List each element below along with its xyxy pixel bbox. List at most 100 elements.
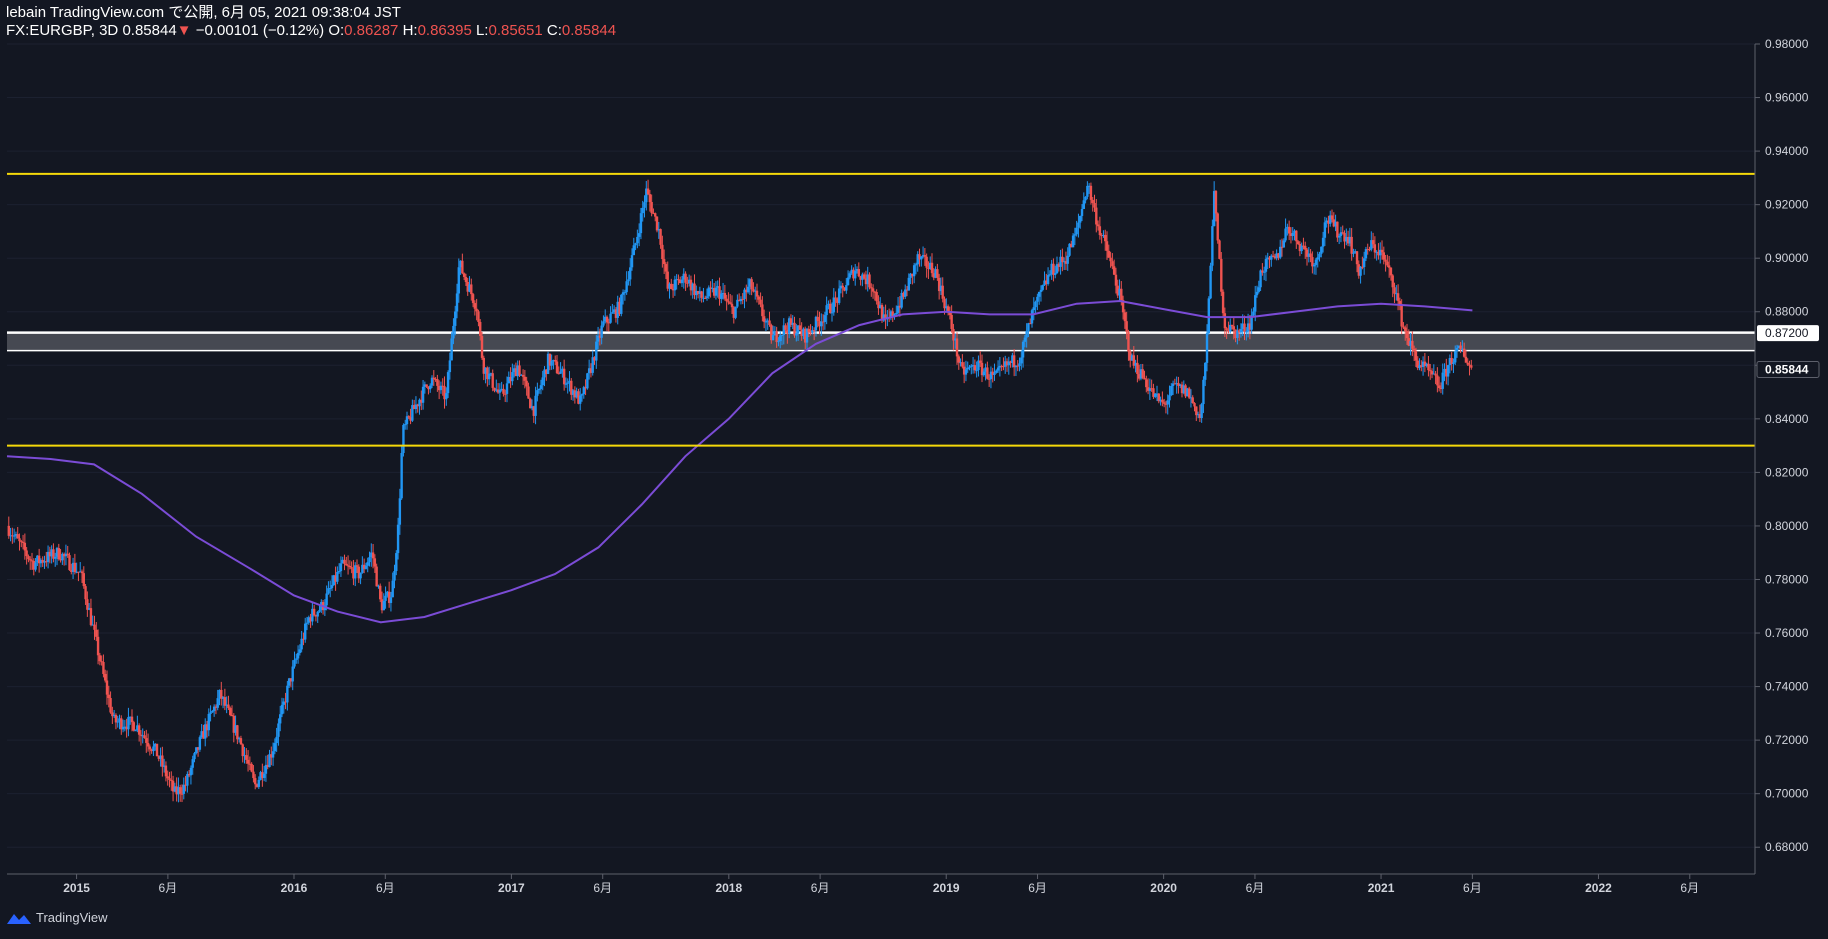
- candle-up: [296, 652, 300, 659]
- candle-up: [1166, 400, 1169, 405]
- candle-down: [1405, 331, 1409, 339]
- candle-up: [1200, 404, 1203, 418]
- candle-down: [555, 361, 559, 374]
- candle-up: [632, 245, 635, 256]
- candle-up: [429, 385, 432, 390]
- last-price-label: 0.85844: [1765, 362, 1809, 376]
- candle-down: [1437, 385, 1441, 389]
- candle-down: [1350, 236, 1353, 254]
- candle-up: [637, 233, 641, 237]
- candle-down: [168, 778, 171, 780]
- candle-down: [1143, 377, 1146, 380]
- candle-up: [450, 338, 453, 361]
- candle-up: [854, 270, 857, 279]
- candle-up: [300, 638, 303, 650]
- candle-up: [777, 341, 780, 343]
- candle-down: [1114, 274, 1118, 286]
- x-tick-label: 2021: [1368, 881, 1395, 895]
- candle-up: [912, 265, 916, 277]
- candle-down: [1355, 251, 1359, 265]
- candle-up: [1204, 362, 1207, 380]
- candle-down: [1221, 291, 1225, 314]
- candle-down: [227, 704, 230, 709]
- candle-up: [1202, 379, 1205, 405]
- candle-up: [920, 256, 923, 260]
- candle-up: [393, 571, 396, 581]
- candle-down: [1089, 185, 1093, 200]
- candle-up: [1452, 362, 1455, 364]
- candle-down: [857, 269, 860, 277]
- candle-down: [961, 362, 964, 367]
- candle-down: [1161, 399, 1164, 403]
- candle-up: [1034, 301, 1037, 308]
- candle-up: [1079, 215, 1082, 223]
- candle-up: [1254, 295, 1257, 312]
- candle-up: [764, 321, 768, 323]
- candle-down: [343, 559, 346, 564]
- price-chart[interactable]: 0.98000 0.96000 0.94000 0.92000 0.90000 0.880…: [0, 0, 1828, 939]
- candle-down: [348, 565, 352, 568]
- candle-up: [198, 737, 202, 750]
- candle-down: [166, 776, 169, 779]
- candle-down: [1464, 356, 1468, 363]
- candle-up: [1207, 298, 1210, 334]
- candle-down: [875, 292, 878, 302]
- candle-up: [993, 372, 996, 375]
- candle-up: [316, 611, 319, 617]
- candle-down: [979, 360, 982, 363]
- candle-up: [780, 335, 784, 337]
- candle-down: [1195, 406, 1198, 416]
- candle-down: [73, 562, 77, 573]
- candle-up: [395, 553, 398, 572]
- candle-up: [1284, 228, 1287, 241]
- candle-down: [871, 288, 875, 292]
- candle-down: [502, 388, 505, 394]
- candle-down: [102, 662, 105, 674]
- candle-down: [816, 316, 819, 322]
- candle-down: [57, 548, 60, 560]
- candle-down: [1330, 215, 1334, 220]
- candle-down: [1295, 230, 1298, 242]
- candle-down: [1187, 388, 1191, 398]
- candle-up: [1362, 258, 1366, 268]
- candle-down: [1427, 363, 1430, 371]
- axes: 0.98000 0.96000 0.94000 0.92000 0.90000 0.880…: [7, 37, 1820, 895]
- candle-up: [455, 293, 459, 312]
- candle-down: [523, 376, 527, 381]
- candle-up: [1364, 249, 1368, 259]
- candle-up: [1086, 185, 1089, 197]
- candle-down: [155, 743, 159, 757]
- candle-down: [148, 746, 152, 750]
- candle-up: [1030, 310, 1034, 324]
- candle-up: [398, 498, 402, 525]
- candle-up: [580, 394, 584, 396]
- candle-up: [1454, 351, 1457, 363]
- y-tick-label: 0.88000: [1765, 305, 1809, 319]
- candle-up: [625, 281, 628, 293]
- candle-down: [18, 538, 21, 542]
- candle-down: [1336, 221, 1339, 238]
- candle-down: [25, 550, 28, 557]
- candle-down: [1232, 326, 1235, 330]
- candle-down: [648, 194, 652, 203]
- candle-down: [1384, 259, 1387, 262]
- candle-down: [1111, 261, 1114, 267]
- x-tick-label: 2016: [281, 881, 308, 895]
- candle-up: [823, 315, 827, 322]
- tradingview-logo-icon: [7, 913, 31, 924]
- candle-down: [80, 571, 84, 574]
- candle-down: [375, 566, 378, 587]
- candle-up: [1073, 234, 1077, 236]
- candle-up: [1082, 200, 1085, 210]
- candle-down: [236, 725, 239, 740]
- candle-down: [82, 573, 85, 587]
- candle-up: [1170, 386, 1173, 396]
- candle-down: [1193, 402, 1196, 407]
- candle-down: [1091, 199, 1094, 203]
- candle-down: [759, 299, 762, 305]
- candle-down: [241, 744, 244, 757]
- candle-up: [734, 306, 737, 318]
- candle-down: [1104, 234, 1107, 242]
- candle-down: [654, 213, 657, 217]
- candle-down: [143, 735, 146, 739]
